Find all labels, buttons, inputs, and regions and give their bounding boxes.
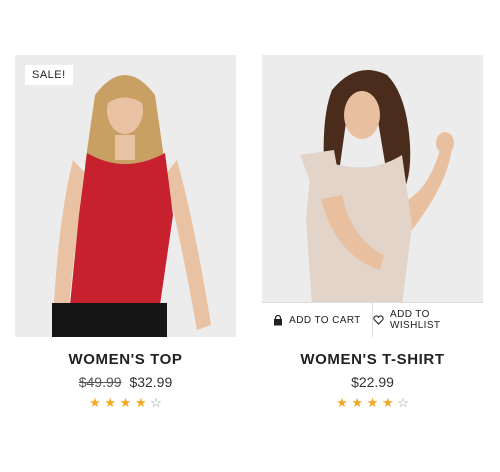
- shopping-bag-icon: [273, 314, 283, 326]
- price-value: $22.99: [351, 374, 394, 390]
- model-photo: [15, 55, 236, 337]
- star-filled-icon: ★: [381, 395, 394, 410]
- add-to-cart-label: ADD TO CART: [289, 314, 361, 326]
- star-empty-icon: ☆: [150, 395, 162, 410]
- star-filled-icon: ★: [119, 395, 132, 410]
- product-image[interactable]: ADD TO CART ADD TO WISHLIST: [262, 55, 483, 337]
- star-filled-icon: ★: [351, 395, 364, 410]
- add-to-wishlist-button[interactable]: ADD TO WISHLIST: [372, 303, 483, 337]
- model-photo: [262, 55, 483, 337]
- star-empty-icon: ☆: [397, 395, 409, 410]
- star-filled-icon: ★: [366, 395, 379, 410]
- sale-price: $32.99: [129, 374, 173, 390]
- star-rating: ★ ★ ★ ★ ☆: [15, 396, 236, 410]
- product-title[interactable]: WOMEN'S T-SHIRT: [262, 351, 483, 368]
- product-card-womens-tshirt[interactable]: ADD TO CART ADD TO WISHLIST WOMEN'S T-SH…: [262, 55, 483, 410]
- product-title[interactable]: WOMEN'S TOP: [15, 351, 236, 368]
- product-price: $22.99: [262, 374, 483, 390]
- sale-badge: SALE!: [25, 65, 73, 85]
- add-to-wishlist-label: ADD TO WISHLIST: [390, 309, 441, 331]
- star-rating: ★ ★ ★ ★ ☆: [262, 396, 483, 410]
- star-filled-icon: ★: [134, 395, 147, 410]
- star-filled-icon: ★: [89, 395, 101, 410]
- product-actions: ADD TO CART ADD TO WISHLIST: [262, 302, 483, 337]
- star-filled-icon: ★: [336, 395, 348, 410]
- product-card-womens-top[interactable]: SALE! WOMEN'S TOP $49.99 $32.99 ★ ★ ★ ★ …: [15, 55, 236, 410]
- product-price: $49.99 $32.99: [15, 374, 236, 390]
- product-image[interactable]: SALE!: [15, 55, 236, 337]
- add-to-cart-button[interactable]: ADD TO CART: [262, 303, 372, 337]
- star-filled-icon: ★: [104, 395, 117, 410]
- original-price: $49.99: [78, 374, 122, 390]
- heart-icon: [373, 315, 384, 325]
